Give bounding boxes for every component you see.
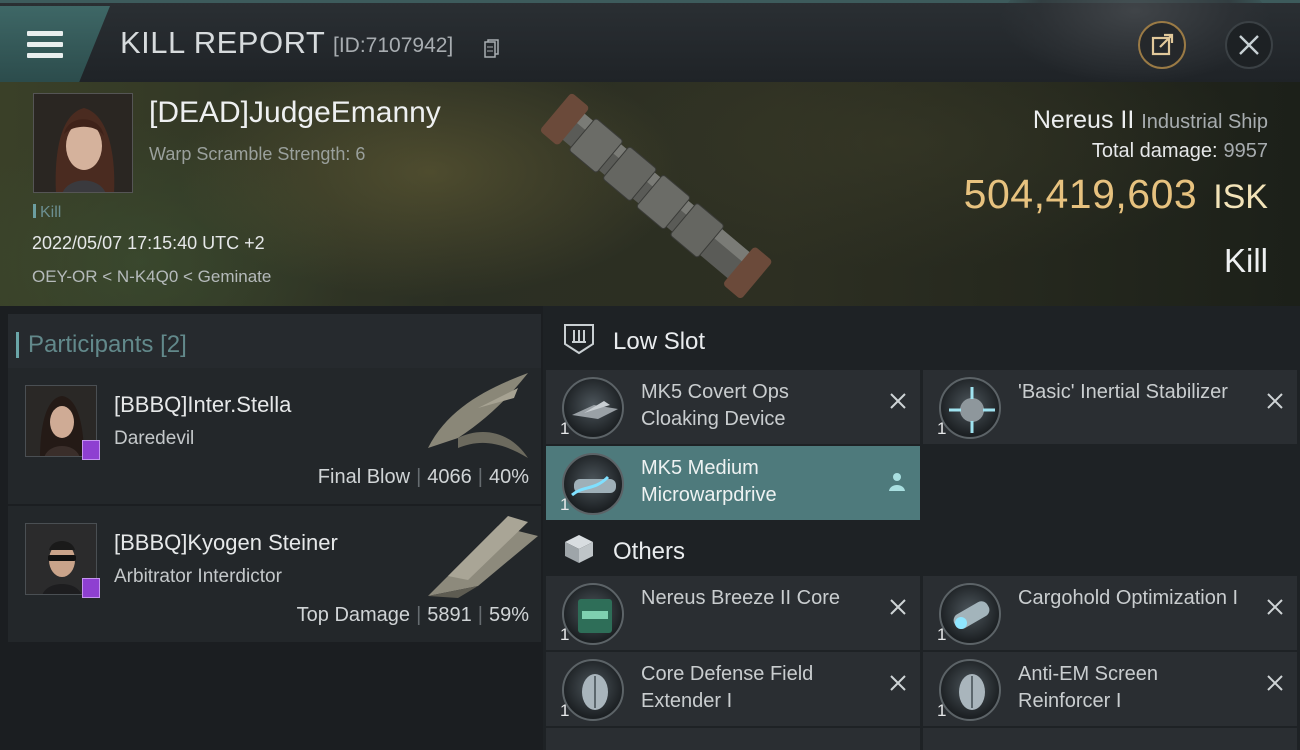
page-title: KILL REPORT <box>120 25 326 60</box>
item-name: MK5 Medium Microwarpdrive <box>641 457 777 506</box>
low-slot-title: Low Slot <box>613 328 706 355</box>
item-name: Core Defense Field Extender I <box>641 663 814 712</box>
victim-summary: [DEAD]JudgeEmanny Warp Scramble Strength… <box>0 82 1300 306</box>
microwarpdrive-icon <box>562 453 624 515</box>
low-slot-header: Low Slot <box>543 308 1300 368</box>
item-quantity: 1 <box>937 419 947 438</box>
participants-title: Participants [2] <box>16 331 187 358</box>
result-label: Kill <box>1223 242 1268 279</box>
cargohold-icon <box>939 583 1001 645</box>
shield-extender-icon <box>562 659 624 721</box>
item-quantity: 1 <box>560 701 570 720</box>
fitting-item-partial <box>923 728 1297 750</box>
copy-icon[interactable] <box>484 39 500 59</box>
kill-location: OEY-OR < N-K4Q0 < Geminate <box>32 267 272 286</box>
fitting-item[interactable]: 1 MK5 Covert Ops Cloaking Device <box>546 370 920 444</box>
victim-ship-image <box>540 93 772 299</box>
participant-ship: Daredevil <box>114 428 195 449</box>
share-button[interactable] <box>1138 21 1186 69</box>
item-quantity: 1 <box>560 495 570 514</box>
destroyed-icon <box>890 393 906 409</box>
item-name: 'Basic' Inertial Stabilizer <box>1018 381 1228 403</box>
total-damage: Total damage: 9957 <box>1091 140 1268 162</box>
item-quantity: 1 <box>560 625 570 644</box>
screen-reinforcer-icon <box>939 659 1001 721</box>
close-button[interactable] <box>1225 21 1273 69</box>
menu-button[interactable] <box>0 6 110 82</box>
header-bar: KILL REPORT [ID:7107942] <box>0 0 1300 83</box>
isk-value: 504,419,603 ISK <box>963 171 1268 217</box>
daredevil-ship-image <box>428 373 528 458</box>
item-quantity: 1 <box>937 625 947 644</box>
victim-name[interactable]: [DEAD]JudgeEmanny <box>149 96 441 130</box>
fitting-item[interactable]: 1 Anti-EM Screen Reinforcer I <box>923 652 1297 726</box>
others-header: Others <box>543 518 1300 578</box>
dropped-person-icon <box>889 473 905 491</box>
core-icon <box>562 583 624 645</box>
fitting-panel: Low Slot 1 MK5 Covert Ops Cloaking Devic… <box>543 306 1300 750</box>
destroyed-icon <box>1267 393 1283 409</box>
inertial-stabilizer-icon <box>939 377 1001 439</box>
item-name: Nereus Breeze II Core <box>641 587 840 609</box>
destroyed-icon <box>1267 675 1283 691</box>
cube-icon <box>565 535 593 563</box>
victim-ship-name[interactable]: Nereus II Industrial Ship <box>1033 106 1268 135</box>
share-icon <box>1151 33 1174 56</box>
destroyed-icon <box>890 675 906 691</box>
participant-stats: Top Damage | 5891 | 59% <box>296 604 529 626</box>
fitting-item-partial <box>546 728 920 750</box>
corp-badge-icon <box>82 440 100 460</box>
participants-header: Participants [2] <box>8 314 541 368</box>
item-name: Cargohold Optimization I <box>1018 587 1239 609</box>
corp-badge-icon <box>82 578 100 598</box>
arbitrator-ship-image <box>428 516 538 598</box>
participant-name[interactable]: [BBBQ]Kyogen Steiner <box>114 530 338 556</box>
kill-datetime: 2022/05/07 17:15:40 UTC +2 <box>32 233 265 253</box>
cloaking-device-icon <box>562 377 624 439</box>
ship-class: Industrial Ship <box>1141 111 1268 133</box>
item-quantity: 1 <box>937 701 947 720</box>
participant-row[interactable]: [BBBQ]Inter.Stella Daredevil Final Blow |… <box>8 368 541 504</box>
item-name: Anti-EM Screen Reinforcer I <box>1018 663 1159 712</box>
participant-name[interactable]: [BBBQ]Inter.Stella <box>114 392 291 418</box>
participant-row[interactable]: [BBBQ]Kyogen Steiner Arbitrator Interdic… <box>8 506 541 642</box>
participants-panel: Participants [2] [BBBQ]Inter.Stella Dare… <box>0 306 543 750</box>
victim-portrait[interactable] <box>33 93 133 193</box>
kill-tag: Kill <box>33 204 61 222</box>
low-slot-icon <box>564 324 594 355</box>
destroyed-icon <box>890 599 906 615</box>
fitting-item[interactable]: 1 MK5 Medium Microwarpdrive <box>546 446 920 520</box>
item-quantity: 1 <box>560 419 570 438</box>
warp-scramble-strength: Warp Scramble Strength: 6 <box>149 144 366 164</box>
kill-id: [ID:7107942] <box>333 34 454 57</box>
participant-stats: Final Blow | 4066 | 40% <box>317 466 529 488</box>
item-name: MK5 Covert Ops Cloaking Device <box>641 381 789 430</box>
destroyed-icon <box>1267 599 1283 615</box>
fitting-item[interactable]: 1 Cargohold Optimization I <box>923 576 1297 650</box>
close-icon <box>1239 35 1259 55</box>
participant-ship: Arbitrator Interdictor <box>114 566 282 587</box>
fitting-item[interactable]: 1 'Basic' Inertial Stabilizer <box>923 370 1297 444</box>
others-title: Others <box>613 538 686 565</box>
hamburger-menu-icon <box>27 31 63 59</box>
fitting-item[interactable]: 1 Nereus Breeze II Core <box>546 576 920 650</box>
fitting-item[interactable]: 1 Core Defense Field Extender I <box>546 652 920 726</box>
